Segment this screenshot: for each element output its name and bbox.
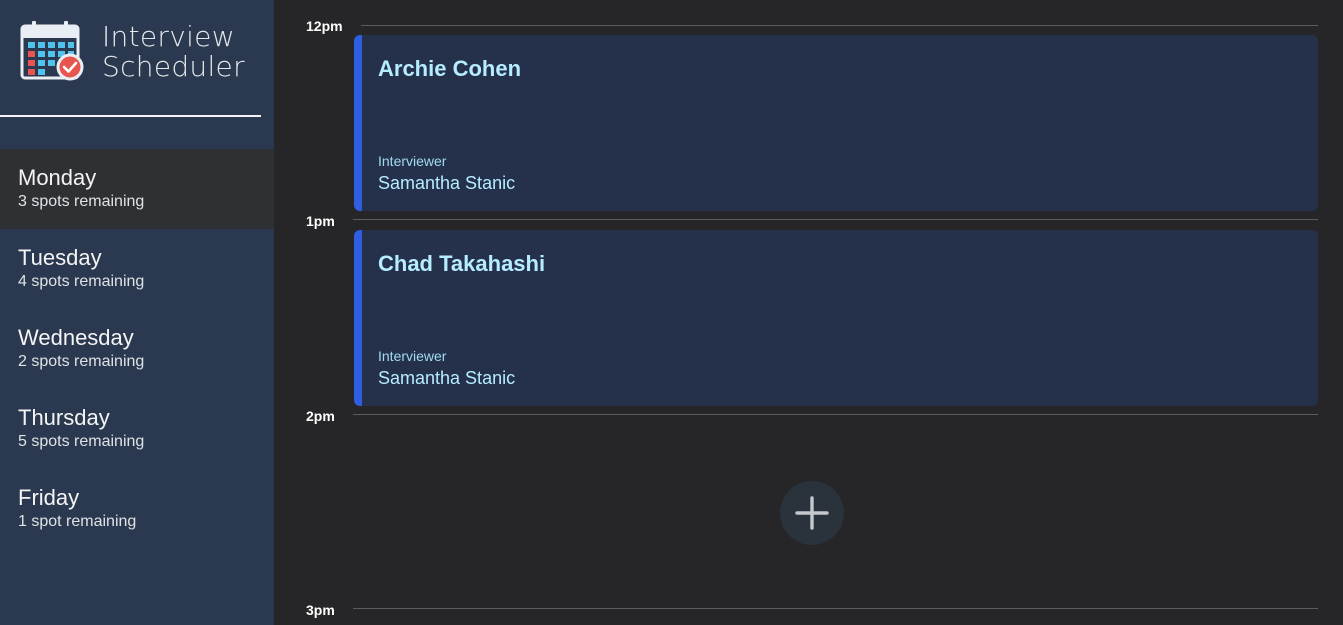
slot-divider	[353, 608, 1318, 609]
day-spots: 5 spots remaining	[18, 433, 145, 450]
add-appointment-button[interactable]	[780, 481, 844, 545]
interviewer-label: Interviewer	[378, 348, 447, 364]
student-name: Archie Cohen	[378, 56, 522, 81]
day-item-friday[interactable]: Friday 1 spot remaining	[0, 469, 274, 549]
day-name: Monday	[18, 165, 97, 190]
plus-icon	[795, 496, 829, 530]
slot-divider	[361, 25, 1318, 26]
day-item-thursday[interactable]: Thursday 5 spots remaining	[0, 389, 274, 469]
calendar-check-icon	[20, 21, 84, 81]
day-name: Friday	[18, 485, 80, 510]
sidebar: Interview Scheduler Monday 3 spots remai…	[0, 0, 274, 625]
day-list: Monday 3 spots remaining Tuesday 4 spots…	[0, 149, 274, 549]
app-layout: Interview Scheduler Monday 3 spots remai…	[0, 0, 1343, 625]
interviewer-name: Samantha Stanic	[378, 173, 516, 193]
slot-divider	[353, 414, 1318, 415]
slot-divider	[353, 219, 1318, 220]
appointment-card[interactable]: Chad Takahashi Interviewer Samantha Stan…	[354, 230, 1318, 406]
time-label: 3pm	[306, 602, 335, 618]
time-label: 12pm	[306, 18, 343, 34]
day-name: Wednesday	[18, 325, 134, 350]
time-label: 1pm	[306, 213, 335, 229]
day-spots: 3 spots remaining	[18, 193, 145, 210]
day-spots: 1 spot remaining	[18, 513, 137, 530]
day-name: Thursday	[18, 405, 110, 430]
day-item-tuesday[interactable]: Tuesday 4 spots remaining	[0, 229, 274, 309]
interviewer-name: Samantha Stanic	[378, 368, 516, 388]
appointment-card[interactable]: Archie Cohen Interviewer Samantha Stanic	[354, 35, 1318, 211]
day-spots: 2 spots remaining	[18, 353, 145, 370]
student-name: Chad Takahashi	[378, 251, 546, 276]
day-item-wednesday[interactable]: Wednesday 2 spots remaining	[0, 309, 274, 389]
app-title: Interview Scheduler	[102, 22, 245, 82]
interviewer-label: Interviewer	[378, 153, 447, 169]
app-title-line2: Scheduler	[102, 50, 245, 83]
app-title-line1: Interview	[102, 20, 235, 53]
brand: Interview Scheduler	[20, 20, 245, 82]
time-label: 2pm	[306, 408, 335, 424]
day-item-monday[interactable]: Monday 3 spots remaining	[0, 149, 274, 229]
day-name: Tuesday	[18, 245, 102, 270]
sidebar-divider	[0, 115, 261, 117]
day-spots: 4 spots remaining	[18, 273, 145, 290]
schedule: 12pm Archie Cohen Interviewer Samantha S…	[274, 0, 1343, 625]
